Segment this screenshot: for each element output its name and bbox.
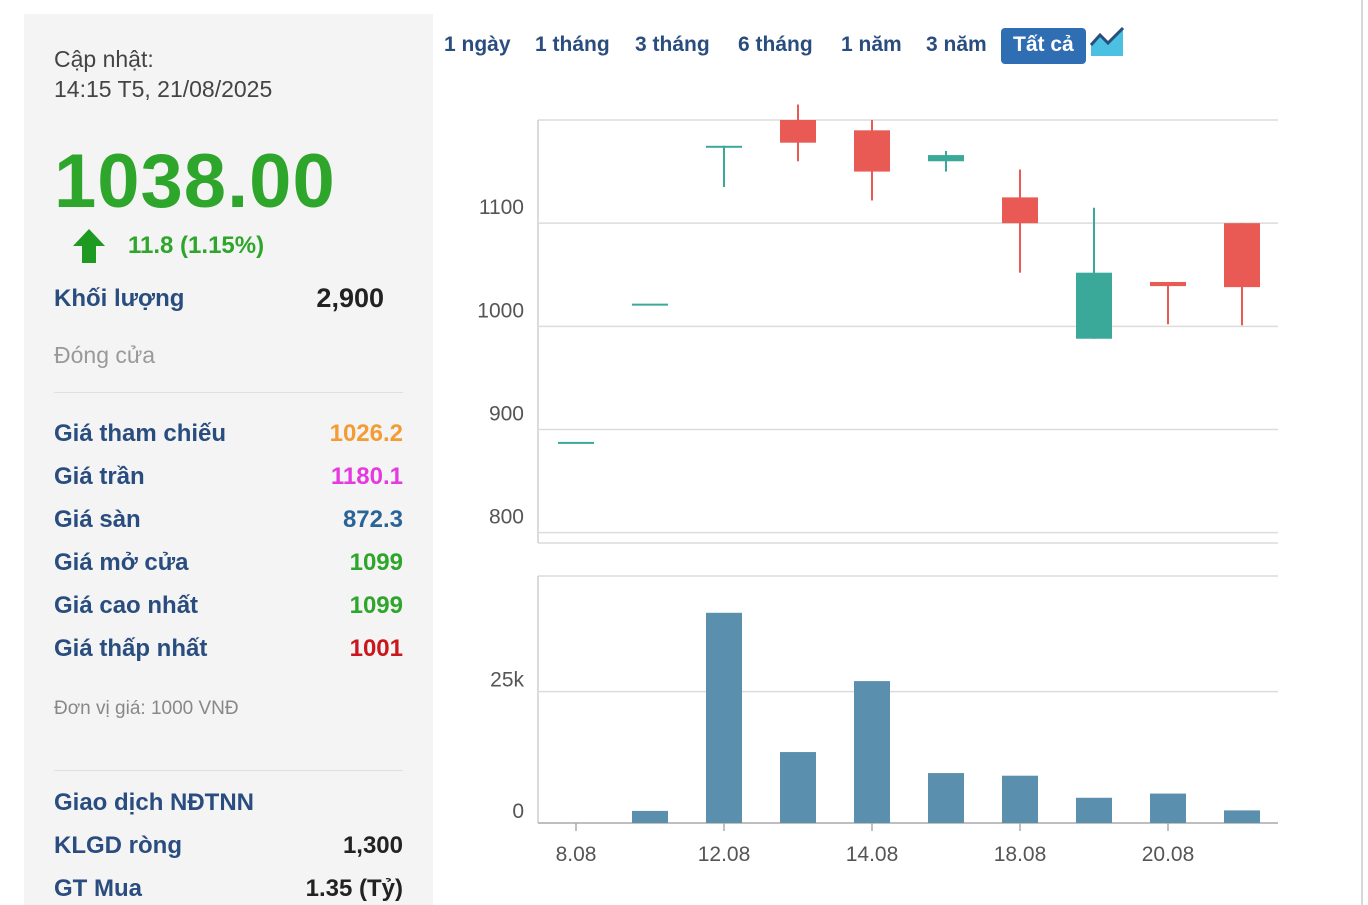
price-tick-label: 800 (489, 506, 524, 529)
volume-bar (1002, 775, 1038, 823)
candle-body (632, 303, 668, 306)
volume-bar (1076, 797, 1112, 823)
volume-bar (706, 612, 742, 823)
candle-body (558, 441, 594, 444)
volume-bar (854, 681, 890, 823)
scrollbar-track[interactable] (1361, 0, 1363, 905)
candle-body (928, 155, 964, 162)
volume-bar (1224, 810, 1260, 823)
candle-body (1150, 281, 1186, 287)
x-tick-label: 14.08 (846, 843, 899, 866)
volume-tick-label: 25k (490, 669, 524, 692)
x-tick-label: 8.08 (556, 843, 597, 866)
candle-body (1076, 272, 1112, 339)
x-tick-label: 18.08 (994, 843, 1047, 866)
volume-bar (928, 773, 964, 823)
candle-body (1224, 223, 1260, 288)
x-tick-label: 20.08 (1142, 843, 1195, 866)
candle-body (854, 130, 890, 172)
price-tick-label: 900 (489, 403, 524, 426)
candle-body (1002, 197, 1038, 224)
x-tick-label: 12.08 (698, 843, 751, 866)
candlestick-chart: 800 900 1000 1100 0 25k 8.08 12.08 14.08 18.08 20.… (477, 104, 1278, 866)
price-tick-label: 1000 (477, 299, 524, 322)
volume-bar (1150, 793, 1186, 823)
candle-body (780, 120, 816, 143)
candle-body (706, 145, 742, 148)
price-tick-label: 1100 (479, 196, 524, 219)
volume-bar (780, 752, 816, 823)
volume-bar (632, 810, 668, 823)
volume-tick-label: 0 (512, 800, 524, 823)
